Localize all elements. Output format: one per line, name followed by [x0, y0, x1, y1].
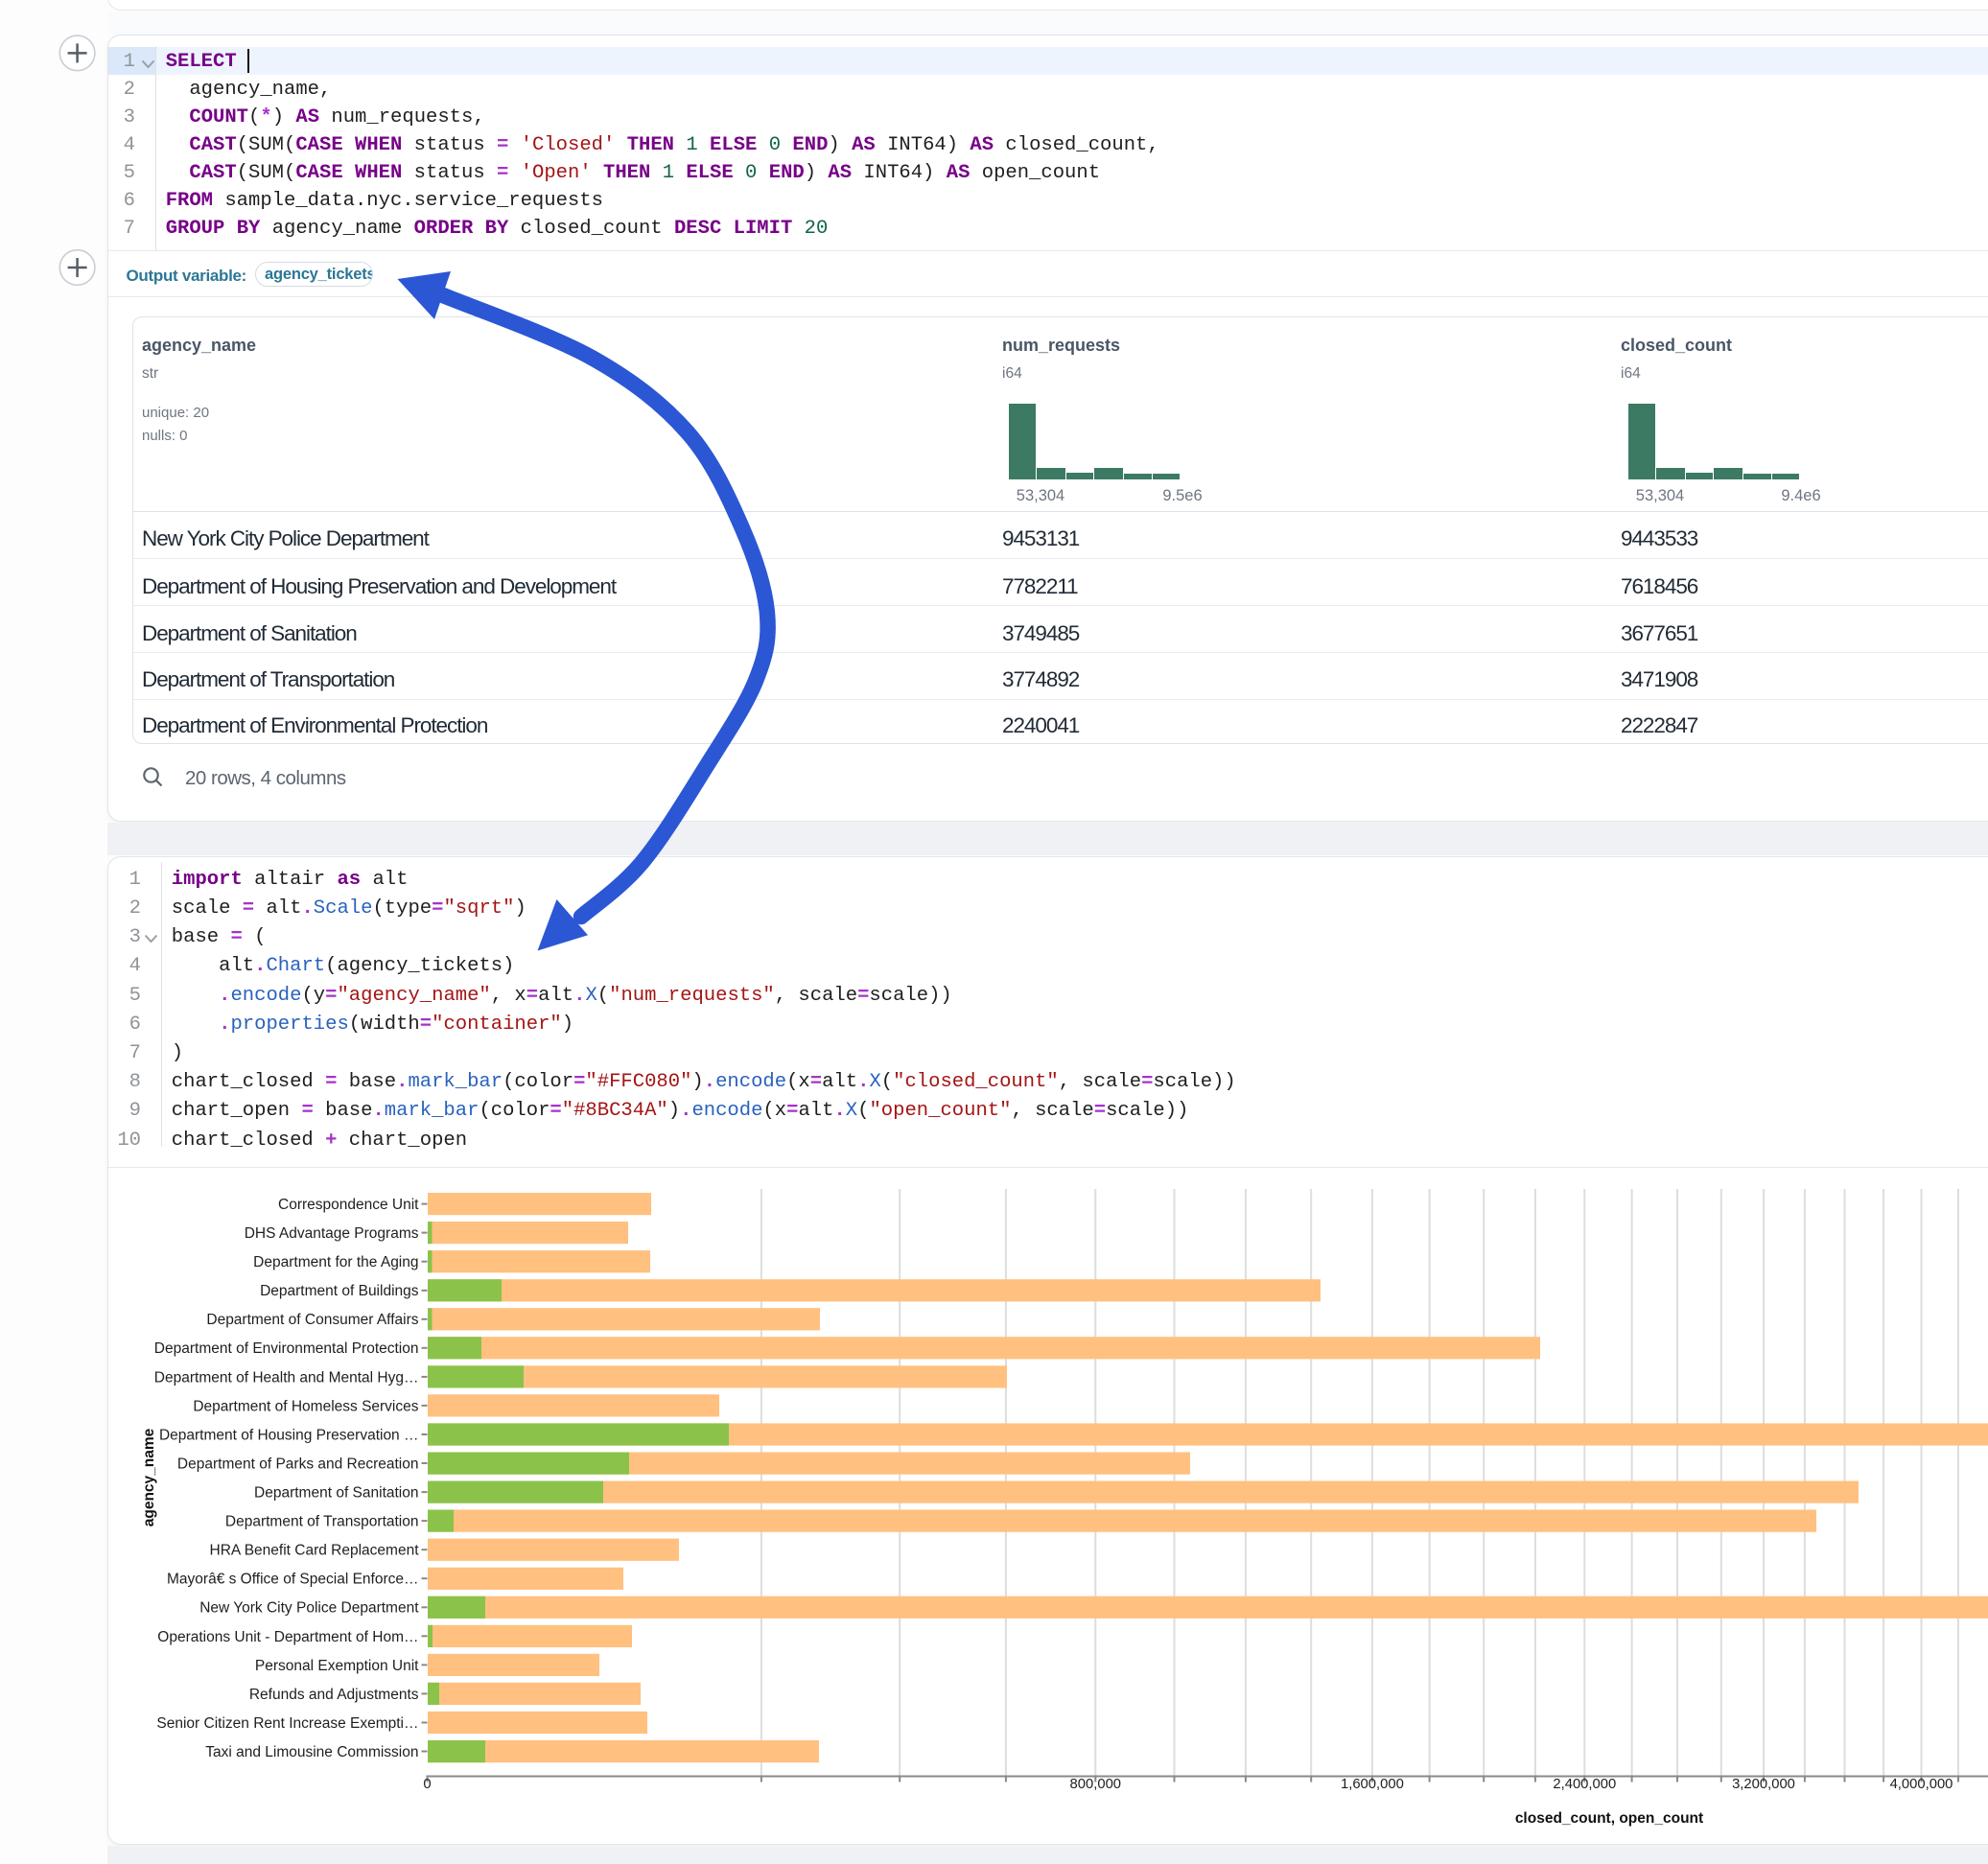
svg-text:3,200,000: 3,200,000 — [1732, 1777, 1795, 1792]
svg-text:Department of Buildings: Department of Buildings — [260, 1283, 419, 1299]
svg-text:Senior Citizen Rent Increase E: Senior Citizen Rent Increase Exempti… — [156, 1715, 418, 1732]
svg-text:Department of Homeless Service: Department of Homeless Services — [193, 1398, 418, 1414]
svg-text:Mayorâ€ s Office of Special En: Mayorâ€ s Office of Special Enforce… — [167, 1572, 418, 1588]
svg-text:Department of Consumer Affairs: Department of Consumer Affairs — [206, 1312, 418, 1328]
svg-text:New York City Police Departmen: New York City Police Department — [199, 1600, 419, 1617]
svg-text:4,000,000: 4,000,000 — [1890, 1777, 1953, 1792]
svg-text:1,600,000: 1,600,000 — [1341, 1777, 1404, 1792]
svg-text:Taxi and Limousine Commission: Taxi and Limousine Commission — [205, 1744, 418, 1760]
svg-text:0: 0 — [423, 1777, 431, 1792]
svg-text:closed_count, open_count: closed_count, open_count — [1515, 1810, 1703, 1827]
svg-text:2,400,000: 2,400,000 — [1553, 1777, 1616, 1792]
svg-text:HRA Benefit Card Replacement: HRA Benefit Card Replacement — [210, 1543, 420, 1559]
svg-text:Department of Transportation: Department of Transportation — [225, 1514, 419, 1530]
svg-text:Operations Unit - Department o: Operations Unit - Department of Hom… — [157, 1629, 418, 1645]
svg-text:800,000: 800,000 — [1070, 1777, 1122, 1792]
svg-text:Personal Exemption Unit: Personal Exemption Unit — [255, 1658, 419, 1674]
svg-text:DHS Advantage Programs: DHS Advantage Programs — [245, 1225, 419, 1242]
svg-text:agency_name: agency_name — [141, 1428, 157, 1526]
svg-text:Department of Environmental Pr: Department of Environmental Protection — [154, 1340, 419, 1357]
svg-text:Department of Parks and Recrea: Department of Parks and Recreation — [177, 1456, 419, 1473]
svg-text:Refunds and Adjustments: Refunds and Adjustments — [249, 1687, 419, 1703]
svg-text:Department of Sanitation: Department of Sanitation — [254, 1485, 418, 1502]
svg-text:Department for the Aging: Department for the Aging — [253, 1254, 418, 1270]
svg-text:Department of Housing Preserva: Department of Housing Preservation … — [159, 1427, 419, 1443]
svg-text:Correspondence Unit: Correspondence Unit — [278, 1197, 419, 1213]
svg-text:Department of Health and Menta: Department of Health and Mental Hyg… — [154, 1369, 419, 1386]
